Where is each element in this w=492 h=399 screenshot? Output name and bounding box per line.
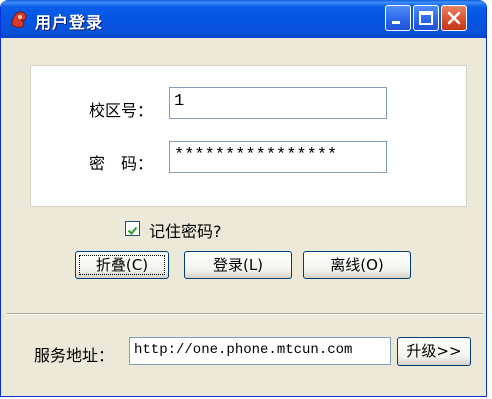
minimize-icon [392,21,400,24]
maximize-icon [419,11,433,25]
server-address-label: 服务地址： [34,346,115,365]
separator [7,313,483,315]
remember-password-checkbox[interactable] [125,221,140,236]
window-title: 用户登录 [35,13,104,32]
offline-button[interactable]: 离线(O) [303,251,411,279]
fold-button[interactable]: 折叠(C) [75,251,169,279]
password-input[interactable]: **************** [169,141,387,173]
campus-input[interactable]: 1 [169,87,387,119]
campus-label: 校区号： [89,101,154,120]
app-logo-icon [9,9,29,29]
checkmark-icon [127,226,138,235]
login-window: 用户登录 校区号： 1 密 码： **************** 记住密码? … [0,0,487,397]
maximize-button[interactable] [413,5,439,31]
remember-password-label[interactable]: 记住密码? [149,218,222,242]
server-address-input[interactable]: http://one.phone.mtcun.com [129,337,391,365]
close-icon [447,11,461,25]
minimize-button[interactable] [385,5,411,31]
password-label: 密 码： [89,154,154,173]
upgrade-button[interactable]: 升级>> [397,337,471,366]
close-button[interactable] [441,5,467,31]
title-bar[interactable]: 用户登录 [1,0,486,38]
login-button[interactable]: 登录(L) [184,251,292,279]
